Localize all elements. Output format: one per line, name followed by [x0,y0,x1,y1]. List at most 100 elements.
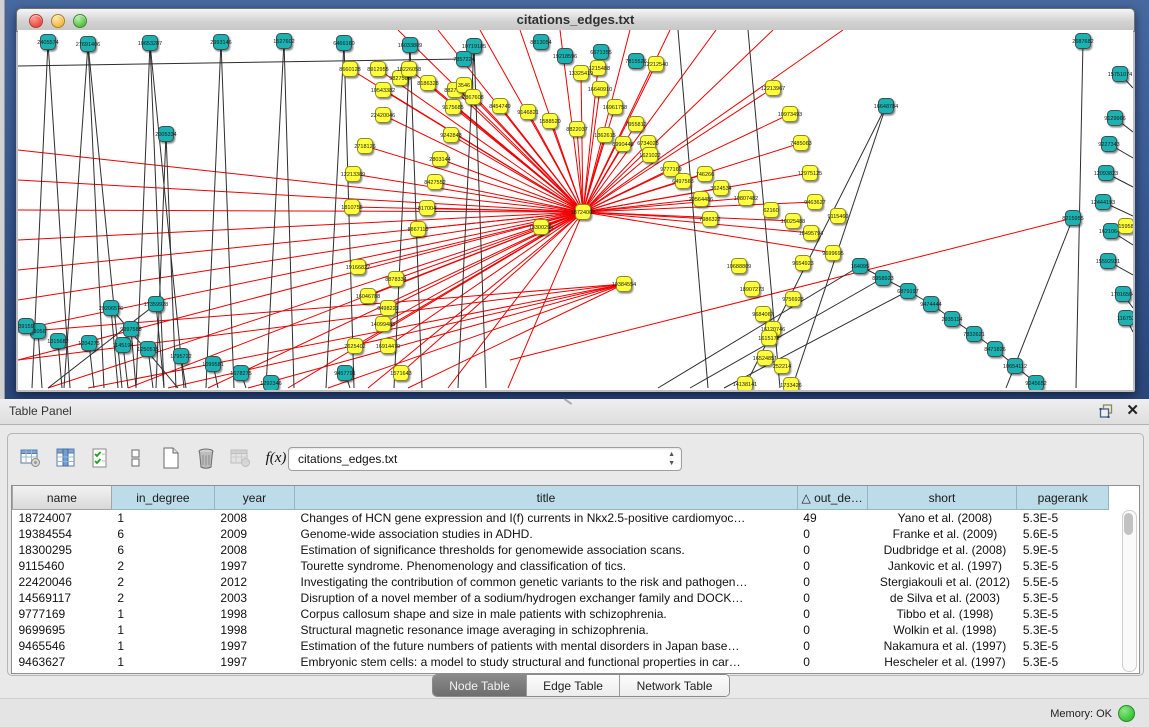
graph-node[interactable]: 19384554 [612,277,636,292]
graph-node[interactable]: 9654923 [792,256,813,271]
graph-node[interactable]: 15958 [1118,219,1133,234]
black-edge[interactable] [18,59,464,66]
cell-title[interactable]: Estimation of significance thresholds fo… [295,542,798,558]
cell-in_degree[interactable]: 1 [111,638,214,654]
graph-node[interactable]: 8186328 [417,76,438,91]
cell-title[interactable]: Investigating the contribution of common… [295,574,798,590]
cell-name[interactable]: 9115460 [13,558,112,574]
graph-node[interactable]: 1099581 [202,357,223,372]
table-row[interactable]: 1456911722003Disruption of a novel membe… [13,590,1109,606]
black-edge[interactable] [150,43,164,388]
table-scrollbar[interactable] [1122,510,1137,672]
graph-node[interactable]: 9115460 [827,209,848,224]
graph-node[interactable]: 8958923 [872,271,893,286]
close-panel-icon[interactable]: ✕ [1126,403,1139,419]
cell-title[interactable]: Disruption of a novel member of a sodium… [295,590,798,606]
graph-node[interactable]: 16640910 [588,82,612,97]
graph-node[interactable]: 1733426 [780,378,801,391]
table-row[interactable]: 911546021997Tourette syndrome. Phenomeno… [13,558,1109,574]
cell-title[interactable]: Genome-wide association studies in ADHD. [295,526,798,542]
cell-year[interactable]: 1997 [214,654,294,670]
graph-node[interactable]: 9245652 [1025,376,1046,391]
cell-name[interactable]: 18300295 [13,542,112,558]
graph-node[interactable]: 1315682 [47,334,68,349]
cell-pagerank[interactable]: 5.6E-5 [1017,526,1109,542]
graph-node[interactable]: 8878334 [385,272,406,287]
cell-in_degree[interactable]: 6 [111,526,214,542]
row-height-icon[interactable] [123,446,149,470]
tab-edge-table[interactable]: Edge Table [527,675,620,696]
black-edge[interactable] [221,42,234,388]
cell-name[interactable]: 9463627 [13,654,112,670]
cell-short[interactable]: Dudbridge et al. (2008) [867,542,1017,558]
table-row[interactable]: 1938455462009Genome-wide association stu… [13,526,1109,542]
graph-node[interactable]: 9498223 [377,301,398,316]
graph-node[interactable]: 9457791 [334,366,355,381]
cell-in_degree[interactable]: 2 [111,590,214,606]
graph-node[interactable]: 10807482 [734,191,758,206]
cell-short[interactable]: Stergiakouli et al. (2012) [867,574,1017,590]
graph-node[interactable]: 9463627 [804,195,825,210]
graph-node[interactable]: 8660128 [339,62,360,77]
graph-node[interactable]: 1795722 [170,349,191,364]
cell-year[interactable]: 1998 [214,622,294,638]
float-panel-icon[interactable] [1099,404,1114,419]
black-edge[interactable] [150,43,184,388]
cell-title[interactable]: Embryonic stem cells: a model to study s… [295,654,798,670]
graph-node[interactable]: 1588520 [539,114,560,129]
red-edge[interactable] [128,212,583,388]
graph-node[interactable]: 10025488 [781,214,805,229]
cell-year[interactable]: 1997 [214,638,294,654]
table-row[interactable]: 946362711997Embryonic stem cells: a mode… [13,654,1109,670]
table-row[interactable]: 2242004622012Investigating the contribut… [13,574,1109,590]
cell-title[interactable]: Structural magnetic resonance image aver… [295,622,798,638]
table-select-dropdown[interactable]: citations_edges.txt ▲▼ [288,447,682,471]
graph-node[interactable]: 2993146 [210,35,231,50]
column-header-title[interactable]: title [295,486,798,510]
table-row[interactable]: 969969511998Structural magnetic resonanc… [13,622,1109,638]
cell-year[interactable]: 2008 [214,542,294,558]
graph-node[interactable]: 12093823 [1094,166,1118,181]
graph-node[interactable]: 10653287 [138,36,162,51]
graph-node[interactable]: 8822037 [566,122,587,137]
graph-node[interactable]: 1615172 [758,331,779,346]
cell-name[interactable]: 9465546 [13,638,112,654]
graph-node[interactable]: 1204275 [78,336,99,351]
cell-short[interactable]: Nakamura et al. (1997) [867,638,1017,654]
graph-node[interactable]: 8867110 [407,222,428,237]
table-row[interactable]: 1830029562008Estimation of significance … [13,542,1109,558]
black-edge[interactable] [38,331,42,388]
graph-node[interactable]: 7986322 [699,212,720,227]
cell-in_degree[interactable]: 6 [111,542,214,558]
cell-pagerank[interactable]: 5.3E-5 [1017,622,1109,638]
cell-year[interactable]: 1998 [214,606,294,622]
graph-node[interactable]: 9474444 [920,297,941,312]
graph-node[interactable]: 116753 [1117,311,1133,326]
cell-title[interactable]: Corpus callosum shape and size in male p… [295,606,798,622]
cell-pagerank[interactable]: 5.3E-5 [1017,606,1109,622]
cell-out_degree[interactable]: 0 [797,606,867,622]
graph-node[interactable]: 19218596 [553,49,577,64]
cell-pagerank[interactable]: 5.3E-5 [1017,590,1109,606]
cell-title[interactable]: Tourette syndrome. Phenomenology and cla… [295,558,798,574]
graph-node[interactable]: 1571643 [390,366,411,381]
cell-out_degree[interactable]: 0 [797,590,867,606]
graph-node[interactable]: 164095 [851,259,869,274]
graph-node[interactable]: 252214 [773,359,791,374]
column-header-in_degree[interactable]: in_degree [111,486,214,510]
cell-out_degree[interactable]: 0 [797,638,867,654]
cell-year[interactable]: 2008 [214,510,294,527]
red-edge[interactable] [18,212,583,360]
graph-node[interactable]: 817004 [418,201,436,216]
side-panel-edge[interactable] [0,0,5,399]
graph-node[interactable]: 2935114 [941,312,962,327]
graph-node[interactable]: 9699695 [822,246,843,261]
node-table[interactable]: namein_degreeyeartitle△ out_de…shortpage… [12,486,1109,670]
graph-node[interactable]: 27691406 [76,37,100,52]
graph-node[interactable]: 1362615 [594,128,615,143]
new-table-icon[interactable] [158,446,184,470]
graph-node[interactable]: 8471826 [984,342,1005,357]
graph-node[interactable]: 2687682 [1072,34,1093,49]
cell-title[interactable]: Estimation of the future numbers of pati… [295,638,798,654]
table-scrollbar-thumb[interactable] [1124,513,1133,535]
